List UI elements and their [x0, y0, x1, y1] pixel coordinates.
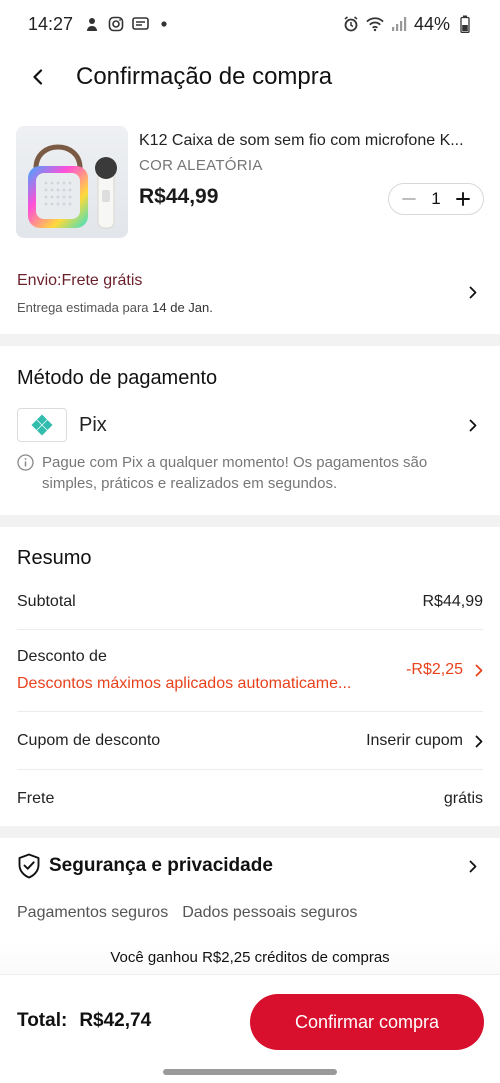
freight-label: Frete	[17, 790, 55, 807]
more-notifications-dot-icon	[155, 15, 173, 33]
total: Total: R$42,74	[17, 1010, 151, 1032]
payment-method-label: Pix	[79, 414, 107, 436]
home-indicator[interactable]	[163, 1069, 337, 1075]
subtotal-row: Subtotal R$44,99	[17, 592, 483, 612]
chevron-right-icon	[467, 860, 479, 872]
row-divider	[17, 629, 483, 630]
status-time: 14:27	[28, 13, 74, 34]
payment-method-row[interactable]: Pix	[17, 408, 483, 442]
checkout-bar: Total: R$42,74 Confirmar compra	[0, 974, 500, 1064]
product-title[interactable]: K12 Caixa de som sem fio com microfone K…	[139, 132, 484, 150]
instagram-icon	[107, 15, 125, 33]
coupon-action-group: Inserir cupom	[366, 732, 483, 750]
coupon-row[interactable]: Cupom de desconto Inserir cupom	[17, 731, 483, 751]
section-divider	[0, 515, 500, 527]
security-title: Segurança e privacidade	[49, 855, 273, 876]
back-button[interactable]	[0, 48, 76, 106]
shipping-estimate-prefix: Entrega estimada para	[17, 300, 153, 315]
discount-note: Descontos máximos aplicados automaticame…	[17, 675, 352, 692]
wifi-icon	[366, 15, 384, 33]
signal-icon	[390, 15, 408, 33]
total-label: Total:	[17, 1010, 68, 1031]
product-variant: COR ALEATÓRIA	[139, 157, 263, 174]
minus-icon[interactable]	[401, 191, 417, 207]
chevron-right-icon	[475, 735, 483, 747]
status-left: 14:27	[28, 14, 173, 35]
chevron-right-icon	[467, 419, 479, 431]
freight-value: grátis	[443, 790, 483, 807]
product-card: K12 Caixa de som sem fio com microfone K…	[16, 126, 484, 240]
decrease-quantity-button[interactable]	[399, 189, 419, 209]
discount-label: Desconto de	[17, 648, 107, 665]
security-item: Pagamentos seguros	[17, 904, 169, 921]
discount-value: -R$2,25	[406, 661, 463, 678]
subtotal-value: R$44,99	[422, 593, 484, 610]
battery-icon	[456, 15, 474, 33]
coupon-label: Cupom de desconto	[17, 732, 161, 749]
discount-row[interactable]: Desconto de Descontos máximos aplicados …	[17, 648, 483, 698]
coupon-action[interactable]: Inserir cupom	[366, 732, 463, 750]
back-arrow-icon[interactable]	[31, 69, 45, 85]
confirm-purchase-button[interactable]: Confirmar compra	[250, 994, 484, 1050]
freight-row: Frete grátis	[17, 789, 483, 809]
shipping-label: Envio:Frete grátis	[17, 272, 143, 289]
pix-logo	[17, 408, 67, 442]
increase-quantity-button[interactable]	[453, 189, 473, 209]
info-icon	[17, 454, 34, 471]
message-notification-icon	[131, 15, 149, 33]
payment-info: Pague com Pix a qualquer momento! Os pag…	[17, 452, 477, 494]
payment-section-title: Método de pagamento	[17, 367, 218, 389]
chevron-right-icon	[467, 286, 479, 298]
shipping-estimate-date: 14 de Jan.	[152, 300, 213, 315]
plus-icon[interactable]	[455, 191, 471, 207]
credit-banner: Você ganhou R$2,25 créditos de compras	[0, 940, 500, 974]
total-value: R$42,74	[79, 1010, 152, 1031]
shield-check-icon	[18, 853, 40, 879]
security-row[interactable]: Segurança e privacidade	[17, 848, 483, 884]
notification-app-icon	[83, 15, 101, 33]
discount-labels: Desconto de Descontos máximos aplicados …	[17, 648, 377, 693]
shipping-row[interactable]: Envio:Frete grátis Entrega estimada para…	[0, 262, 500, 332]
header: Confirmação de compra	[0, 48, 500, 106]
payment-info-text: Pague com Pix a qualquer momento! Os pag…	[42, 454, 428, 492]
summary-section-title: Resumo	[17, 547, 92, 569]
pix-icon	[31, 414, 53, 436]
credit-banner-text: Você ganhou R$2,25 créditos de compras	[110, 948, 390, 966]
product-price: R$44,99	[139, 185, 219, 208]
page-title: Confirmação de compra	[76, 63, 333, 90]
status-right: 44%	[342, 14, 474, 35]
battery-percent: 44%	[413, 13, 450, 34]
quantity-value: 1	[431, 189, 441, 208]
product-image[interactable]	[16, 126, 128, 238]
chevron-right-icon	[475, 664, 483, 676]
alarm-icon	[342, 15, 360, 33]
security-items: Pagamentos seguros Dados pessoais seguro…	[17, 904, 357, 922]
row-divider	[17, 711, 483, 712]
status-bar: 14:27 44%	[0, 0, 500, 48]
section-divider	[0, 334, 500, 346]
discount-value-group: -R$2,25	[406, 661, 483, 679]
security-item: Dados pessoais seguros	[182, 904, 358, 921]
subtotal-label: Subtotal	[17, 593, 76, 610]
row-divider	[17, 769, 483, 770]
shipping-estimate: Entrega estimada para 14 de Jan.	[17, 300, 213, 315]
section-divider	[0, 826, 500, 838]
quantity-stepper: 1	[388, 183, 484, 215]
